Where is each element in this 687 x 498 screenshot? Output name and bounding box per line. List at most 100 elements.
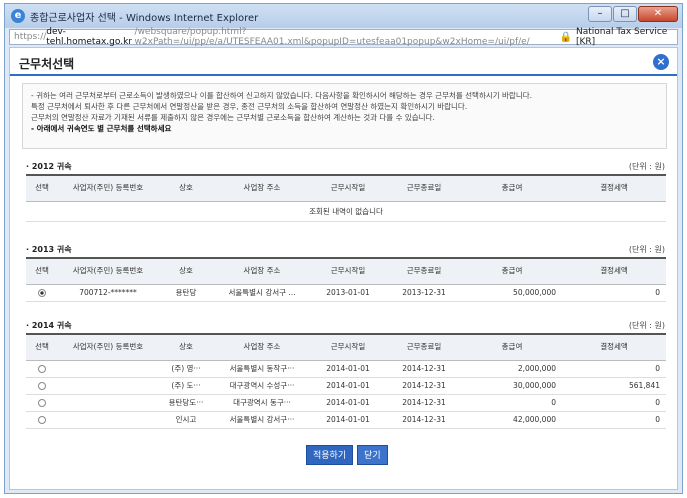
table-2013: 선택 사업자(주민) 등록번호 상호 사업장 주소 근무시작일 근무종료일 총급…: [26, 257, 666, 302]
notice-line: 근무처의 연말정산 자료가 기재된 서류를 제출하지 않은 경우에는 근무처별 …: [31, 113, 435, 122]
col-header: 상호: [158, 174, 214, 202]
tax-cell: 0: [562, 411, 666, 429]
start-cell: 2014-01-01: [310, 360, 386, 378]
table-2014: 선택 사업자(주민) 등록번호 상호 사업장 주소 근무시작일 근무종료일 총급…: [26, 333, 666, 429]
start-cell: 2014-01-01: [310, 411, 386, 429]
section-title-2014: · 2014 귀속: [26, 321, 72, 330]
empty-row: 조회된 내역이 없습니다: [26, 201, 666, 222]
notice-instruction: - 아래에서 귀속연도 별 근무처를 선택하세요: [31, 124, 172, 133]
table-row[interactable]: 700712-******* 용탄당 서울특별시 강서구 ... 2013-01…: [26, 284, 666, 302]
reg-no-cell: 700712-*******: [58, 284, 158, 302]
address-cell: 서울특별시 강서구 ...: [214, 284, 310, 302]
address-cell: 서울특별시 동작구···: [214, 360, 310, 378]
col-header: 총급여: [462, 257, 562, 285]
col-header: 결정세액: [562, 174, 666, 202]
url-path: /websquare/popup.html?w2xPath=/ui/pp/e/a…: [134, 27, 530, 47]
apply-button[interactable]: 적용하기: [306, 445, 354, 465]
col-header: 결정세액: [562, 257, 666, 285]
total-pay-cell: 50,000,000: [462, 284, 562, 302]
start-cell: 2013-01-01: [310, 284, 386, 302]
close-button[interactable]: 닫기: [357, 445, 388, 465]
select-radio[interactable]: [38, 289, 46, 297]
start-cell: 2014-01-01: [310, 394, 386, 412]
popup-content: 근무처선택 × - 귀하는 여러 근무처로부터 근로소득이 발생하였으나 이를 …: [9, 47, 678, 490]
end-cell: 2014-12-31: [386, 394, 462, 412]
col-header: 근무시작일: [310, 174, 386, 202]
browser-window: e 종합근로사업자 선택 - Windows Internet Explorer…: [4, 3, 683, 494]
lock-icon: 🔒: [559, 31, 572, 43]
col-header: 총급여: [462, 333, 562, 361]
col-header: 근무종료일: [386, 174, 462, 202]
address-cell: 서울특별시 강서구···: [214, 411, 310, 429]
end-cell: 2014-12-31: [386, 411, 462, 429]
maximize-button[interactable]: □: [613, 6, 637, 22]
tax-cell: 0: [562, 284, 666, 302]
col-header: 상호: [158, 333, 214, 361]
tax-cell: 0: [562, 360, 666, 378]
close-icon[interactable]: ×: [653, 54, 669, 70]
col-header: 근무시작일: [310, 257, 386, 285]
end-cell: 2013-12-31: [386, 284, 462, 302]
col-header: 사업자(주민) 등록번호: [58, 174, 158, 202]
table-row[interactable]: 용탄당도··· 대구광역시 동구··· 2014-01-01 2014-12-3…: [26, 394, 666, 412]
unit-label: (단위 : 원): [628, 162, 665, 171]
window-controls: – □ ✕: [588, 6, 678, 22]
start-cell: 2014-01-01: [310, 377, 386, 395]
close-window-button[interactable]: ✕: [638, 6, 678, 22]
col-header: 결정세액: [562, 333, 666, 361]
select-radio[interactable]: [38, 365, 46, 373]
address-bar[interactable]: https:// dev-tehl.hometax.go.kr /websqua…: [9, 27, 678, 47]
name-cell: 용탄당: [158, 284, 214, 302]
site-identity: National Tax Service [KR]: [575, 27, 668, 47]
notice-line: - 귀하는 여러 근무처로부터 근로소득이 발생하였으나 이를 합산하여 신고하…: [31, 91, 533, 100]
col-header: 상호: [158, 257, 214, 285]
empty-message: 조회된 내역이 없습니다: [26, 201, 666, 222]
window-titlebar: e 종합근로사업자 선택 - Windows Internet Explorer…: [5, 4, 682, 28]
col-header: 선택: [26, 257, 58, 285]
page-title: 근무처선택: [19, 57, 75, 71]
name-cell: 용탄당도···: [158, 394, 214, 412]
unit-label: (단위 : 원): [628, 321, 665, 330]
total-pay-cell: 2,000,000: [462, 360, 562, 378]
table-2012: 선택 사업자(주민) 등록번호 상호 사업장 주소 근무시작일 근무종료일 총급…: [26, 174, 666, 222]
notice-box: - 귀하는 여러 근무처로부터 근로소득이 발생하였으나 이를 합산하여 신고하…: [22, 83, 667, 149]
address-cell: 대구광역시 수성구···: [214, 377, 310, 395]
table-row[interactable]: (주) 영··· 서울특별시 동작구··· 2014-01-01 2014-12…: [26, 360, 666, 378]
col-header: 근무시작일: [310, 333, 386, 361]
dialog-header: 근무처선택 ×: [10, 48, 677, 76]
col-header: 사업장 주소: [214, 174, 310, 202]
select-radio[interactable]: [38, 399, 46, 407]
minimize-button[interactable]: –: [588, 6, 612, 22]
total-pay-cell: 0: [462, 394, 562, 412]
select-radio[interactable]: [38, 382, 46, 390]
name-cell: (주) 도···: [158, 377, 214, 395]
reg-no-cell: [58, 360, 158, 378]
table-row[interactable]: (주) 도··· 대구광역시 수성구··· 2014-01-01 2014-12…: [26, 377, 666, 395]
reg-no-cell: [58, 411, 158, 429]
unit-label: (단위 : 원): [628, 245, 665, 254]
end-cell: 2014-12-31: [386, 377, 462, 395]
section-title-2013: · 2013 귀속: [26, 245, 72, 254]
url-host: dev-tehl.hometax.go.kr: [46, 27, 132, 47]
address-cell: 대구광역시 동구···: [214, 394, 310, 412]
section-title-2012: · 2012 귀속: [26, 162, 72, 171]
ie-logo-icon: e: [11, 9, 25, 23]
total-pay-cell: 42,000,000: [462, 411, 562, 429]
col-header: 선택: [26, 333, 58, 361]
name-cell: 인시고: [158, 411, 214, 429]
tax-cell: 0: [562, 394, 666, 412]
select-radio[interactable]: [38, 416, 46, 424]
total-pay-cell: 30,000,000: [462, 377, 562, 395]
table-row[interactable]: 인시고 서울특별시 강서구··· 2014-01-01 2014-12-31 4…: [26, 411, 666, 429]
end-cell: 2014-12-31: [386, 360, 462, 378]
col-header: 근무종료일: [386, 333, 462, 361]
name-cell: (주) 영···: [158, 360, 214, 378]
col-header: 총급여: [462, 174, 562, 202]
reg-no-cell: [58, 377, 158, 395]
col-header: 사업장 주소: [214, 257, 310, 285]
url-scheme: https://: [14, 32, 47, 42]
col-header: 사업자(주민) 등록번호: [58, 257, 158, 285]
dialog-buttons: 적용하기 닫기: [306, 445, 388, 465]
reg-no-cell: [58, 394, 158, 412]
col-header: 사업자(주민) 등록번호: [58, 333, 158, 361]
